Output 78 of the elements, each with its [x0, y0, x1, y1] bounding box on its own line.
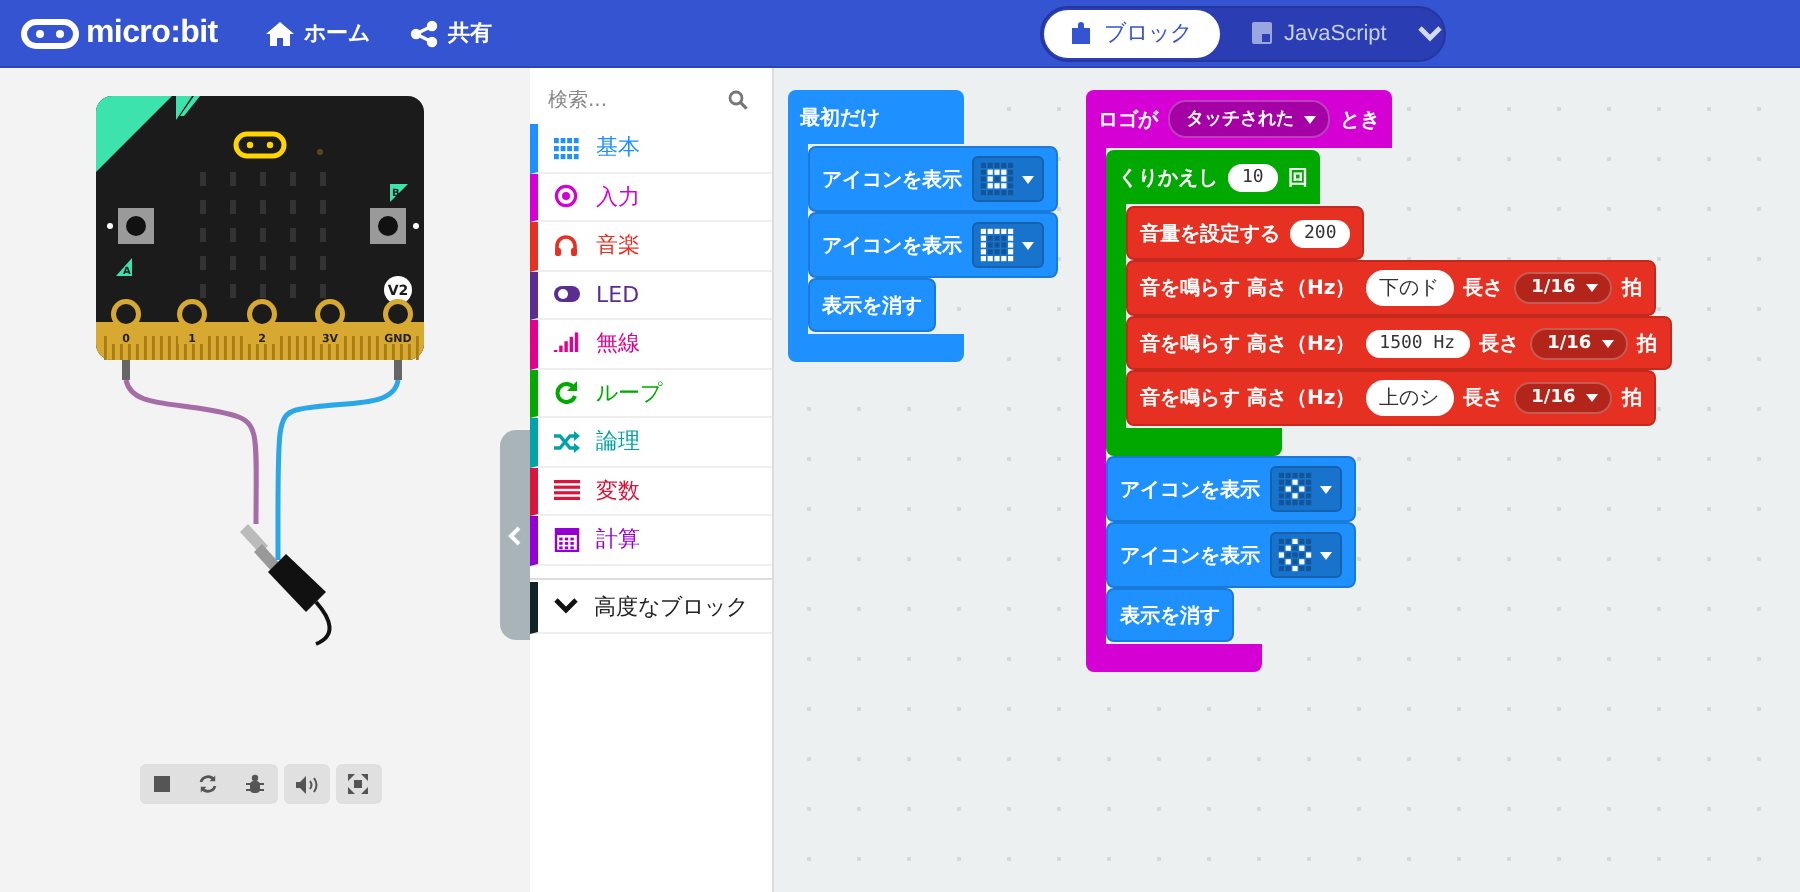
block-label: 拍	[1621, 385, 1642, 412]
block-label: アイコンを表示	[1120, 477, 1260, 503]
chevron-left-icon	[508, 525, 522, 545]
block-label: 長さ	[1463, 385, 1504, 412]
block-label: 長さ	[1479, 331, 1520, 357]
bug-icon	[245, 774, 263, 794]
led-picker[interactable]	[1270, 532, 1342, 578]
share-icon	[409, 19, 438, 47]
lines-icon	[554, 478, 580, 503]
block-label: アイコンを表示	[822, 167, 962, 193]
dropdown[interactable]: 1/16	[1513, 272, 1612, 304]
block-label: アイコンを表示	[822, 233, 962, 259]
nav-link[interactable]: 共有	[389, 0, 512, 67]
number-field[interactable]: 1500 Hz	[1365, 329, 1470, 357]
advanced-category[interactable]: 高度なブロック	[530, 581, 772, 633]
fullscreen-button[interactable]	[335, 764, 381, 804]
block-label: 長さ	[1463, 275, 1504, 302]
logo-text: micro:bit	[86, 15, 218, 51]
code-block[interactable]: 音量を設定する 200	[1126, 206, 1365, 260]
led-picker[interactable]	[972, 156, 1044, 202]
block-label: 表示を消す	[822, 293, 922, 319]
dropdown[interactable]: 1/16	[1513, 382, 1612, 414]
led-picker[interactable]	[1270, 466, 1342, 512]
code-block[interactable]: 音を鳴らす 高さ（Hz） 1500 Hz 長さ 1/16 拍	[1126, 316, 1672, 370]
fullscreen-icon	[348, 774, 368, 794]
number-field[interactable]: 200	[1290, 219, 1351, 247]
code-block[interactable]: 音を鳴らす 高さ（Hz） 上のシ 長さ 1/16 拍	[1126, 370, 1656, 426]
category-item[interactable]: 入力	[530, 173, 772, 222]
home-icon	[265, 21, 294, 45]
category-item[interactable]: 無線	[530, 320, 772, 369]
block-label: 拍	[1637, 331, 1658, 357]
block-label: 拍	[1621, 275, 1642, 302]
mute-button[interactable]	[283, 764, 329, 804]
stop-icon	[154, 776, 170, 792]
block-label: 音を鳴らす 高さ（Hz）	[1140, 274, 1356, 302]
note-field[interactable]: 上のシ	[1365, 380, 1454, 416]
speaker-icon	[295, 775, 317, 793]
refresh-icon	[554, 380, 580, 405]
block-label: くりかえし	[1118, 165, 1218, 191]
target-icon	[554, 184, 580, 209]
category-item[interactable]: LED	[530, 271, 772, 320]
grid-icon	[554, 135, 580, 160]
calculator-icon	[554, 527, 580, 552]
number-field[interactable]: 10	[1228, 163, 1278, 191]
search-icon	[728, 90, 748, 110]
mode-tab[interactable]: ブロック	[1044, 9, 1220, 57]
restart-icon	[198, 774, 218, 794]
collapse-handle[interactable]	[500, 430, 530, 640]
headphones-icon	[554, 233, 580, 258]
block-label: とき	[1340, 107, 1380, 133]
block-label: 音量を設定する	[1140, 220, 1280, 247]
chevron-down-icon[interactable]	[1418, 25, 1443, 41]
shuffle-icon	[554, 429, 580, 454]
block-header[interactable]: ロゴが タッチされた とき	[1086, 90, 1392, 148]
block-label: アイコンを表示	[1120, 543, 1260, 569]
category-item[interactable]: 計算	[530, 516, 772, 565]
led-picker[interactable]	[972, 222, 1044, 268]
code-block[interactable]: 音を鳴らす 高さ（Hz） 下のド 長さ 1/16 拍	[1126, 260, 1656, 316]
puzzle-icon	[1072, 22, 1092, 44]
chevron-down-icon	[554, 598, 578, 614]
toggle-icon	[554, 282, 580, 307]
category-item[interactable]: 音楽	[530, 222, 772, 271]
signal-bars-icon	[554, 331, 580, 356]
category-item[interactable]: 変数	[530, 467, 772, 516]
block-header[interactable]: くりかえし 10 回	[1106, 150, 1320, 204]
code-file-icon	[1252, 22, 1272, 44]
block-label: 音を鳴らす 高さ（Hz）	[1140, 384, 1356, 412]
nav-link[interactable]: ホーム	[245, 0, 390, 67]
block-label: ロゴが	[1098, 107, 1158, 133]
block-label: 回	[1287, 165, 1308, 191]
dropdown[interactable]: タッチされた	[1168, 100, 1330, 138]
logo-icon	[20, 17, 80, 49]
note-field[interactable]: 下のド	[1365, 270, 1454, 306]
block-label: 表示を消す	[1120, 603, 1220, 629]
block-label: 音を鳴らす 高さ（Hz）	[1140, 330, 1356, 357]
dropdown[interactable]: 1/16	[1529, 327, 1628, 359]
mode-tab[interactable]: JavaScript	[1220, 9, 1419, 57]
block-label: 最初だけ	[800, 104, 880, 131]
